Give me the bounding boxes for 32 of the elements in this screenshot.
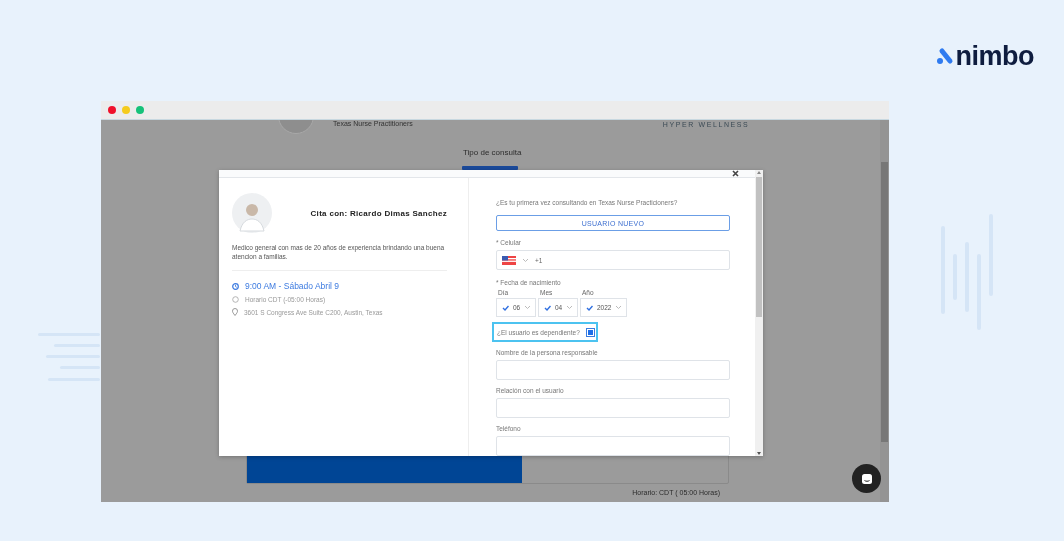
decorative-lines-drawing — [38, 332, 100, 384]
scrollbar[interactable] — [880, 120, 889, 502]
tab-indicator — [462, 166, 518, 170]
clock-icon — [232, 282, 239, 290]
caret-icon — [615, 305, 623, 310]
input-field[interactable] — [496, 360, 730, 380]
scroll-down-icon[interactable] — [756, 451, 762, 456]
chat-icon — [860, 472, 873, 485]
logo-icon — [935, 47, 954, 65]
close-icon[interactable] — [732, 170, 739, 177]
doctor-title: Cita con: Ricardo Dimas Sanchez — [310, 208, 447, 218]
scroll-up-icon[interactable] — [756, 170, 762, 175]
input-field[interactable] — [496, 436, 730, 456]
close-dot[interactable] — [108, 106, 116, 114]
caret-icon — [522, 257, 529, 263]
maximize-dot[interactable] — [136, 106, 144, 114]
section-title: Tipo de consulta — [463, 148, 522, 157]
input-field[interactable] — [496, 398, 730, 418]
flag-icon — [502, 255, 516, 265]
check-icon — [586, 304, 593, 311]
dependent-checkbox[interactable] — [585, 327, 595, 337]
check-icon — [502, 304, 509, 311]
minimize-dot[interactable] — [122, 106, 130, 114]
chat-button[interactable] — [852, 464, 881, 493]
appointment-time: 9:00 AM - Sábado Abril 9 — [245, 281, 340, 291]
check-icon — [544, 304, 551, 311]
modal-scrollbar[interactable] — [755, 170, 763, 456]
pin-icon — [232, 308, 238, 316]
caret-icon — [524, 305, 532, 310]
logo-text: nimbo — [955, 40, 1034, 72]
doctor-avatar — [232, 193, 272, 233]
caret-icon — [566, 305, 574, 310]
